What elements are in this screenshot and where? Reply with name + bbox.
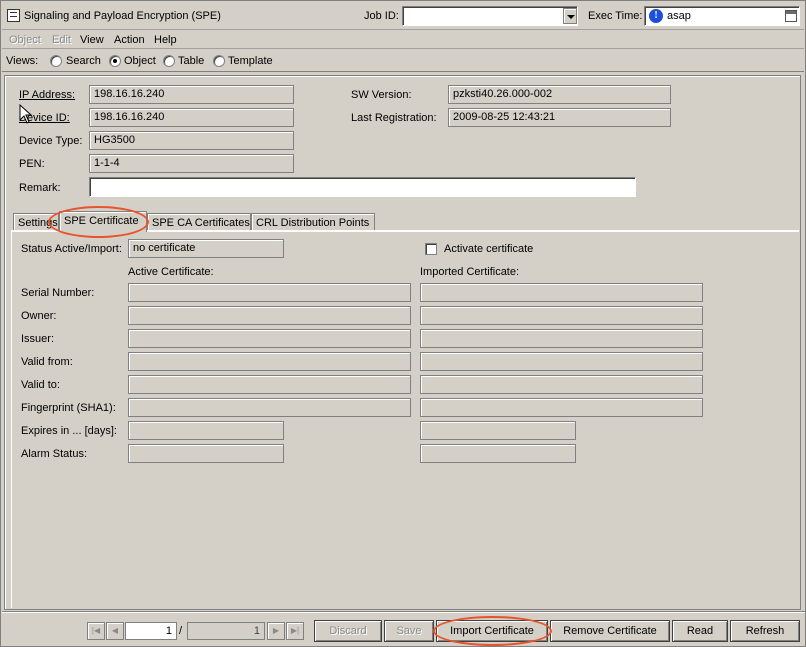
info-icon: ! xyxy=(649,9,663,23)
footer-separator-highlight xyxy=(2,612,805,613)
active-valid-to-field xyxy=(128,375,411,394)
valid-from-label: Valid from: xyxy=(21,356,73,368)
active-serial-number-field xyxy=(128,283,411,302)
radio-search[interactable] xyxy=(50,55,62,67)
active-alarm-status-field xyxy=(128,444,284,463)
serial-number-label: Serial Number: xyxy=(21,287,95,299)
activate-certificate-checkbox[interactable] xyxy=(425,243,437,255)
menu-help[interactable]: Help xyxy=(154,34,177,46)
valid-to-label: Valid to: xyxy=(21,379,60,391)
pen-field: 1-1-4 xyxy=(89,154,294,173)
active-issuer-field xyxy=(128,329,411,348)
tab-spe-certificate[interactable]: SPE Certificate xyxy=(59,211,147,232)
activate-certificate-label: Activate certificate xyxy=(444,243,534,255)
active-fingerprint-field xyxy=(128,398,411,417)
prev-page-icon[interactable]: ◀ xyxy=(106,622,124,640)
menu-object[interactable]: Object xyxy=(9,34,41,46)
mouse-pointer-icon xyxy=(19,104,33,124)
active-owner-field xyxy=(128,306,411,325)
fingerprint-label: Fingerprint (SHA1): xyxy=(21,402,116,414)
active-valid-from-field xyxy=(128,352,411,371)
imported-serial-number-field xyxy=(420,283,703,302)
job-id-select[interactable] xyxy=(402,6,578,26)
menu-edit[interactable]: Edit xyxy=(52,34,71,46)
exec-time-label: Exec Time: xyxy=(588,10,643,22)
title-bar: Signaling and Payload Encryption (SPE) J… xyxy=(2,2,804,30)
radio-table[interactable] xyxy=(163,55,175,67)
imported-expires-in-field xyxy=(420,421,576,440)
spe-window: Signaling and Payload Encryption (SPE) J… xyxy=(0,0,806,647)
views-bar: Views: Search Object Table Template xyxy=(2,50,804,72)
calendar-icon[interactable] xyxy=(785,10,797,22)
remove-certificate-button[interactable]: Remove Certificate xyxy=(550,620,670,642)
device-id-field: 198.16.16.240 xyxy=(89,108,294,127)
remark-label: Remark: xyxy=(19,182,61,194)
radio-object[interactable] xyxy=(109,55,121,67)
device-type-field: HG3500 xyxy=(89,131,294,150)
menu-action[interactable]: Action xyxy=(114,34,145,46)
views-label: Views: xyxy=(6,55,39,67)
save-button[interactable]: Save xyxy=(384,620,434,642)
menu-view[interactable]: View xyxy=(80,34,104,46)
imported-certificate-header: Imported Certificate: xyxy=(420,266,520,278)
import-certificate-button[interactable]: Import Certificate xyxy=(436,620,548,642)
read-button[interactable]: Read xyxy=(672,620,728,642)
page-separator: / xyxy=(179,625,183,637)
chevron-down-icon[interactable] xyxy=(563,8,577,24)
radio-template-label: Template xyxy=(228,55,273,67)
device-type-label: Device Type: xyxy=(19,135,83,147)
active-certificate-header: Active Certificate: xyxy=(128,266,214,278)
last-page-icon[interactable]: ▶| xyxy=(286,622,304,640)
imported-valid-from-field xyxy=(420,352,703,371)
imported-issuer-field xyxy=(420,329,703,348)
expires-in-label: Expires in ... [days]: xyxy=(21,425,117,437)
active-expires-in-field xyxy=(128,421,284,440)
pen-label: PEN: xyxy=(19,158,45,170)
first-page-icon[interactable]: |◀ xyxy=(87,622,105,640)
ip-address-field: 198.16.16.240 xyxy=(89,85,294,104)
status-field: no certificate xyxy=(128,239,284,258)
radio-object-label: Object xyxy=(124,55,156,67)
discard-button[interactable]: Discard xyxy=(314,620,382,642)
imported-alarm-status-field xyxy=(420,444,576,463)
imported-owner-field xyxy=(420,306,703,325)
radio-template[interactable] xyxy=(213,55,225,67)
radio-search-label: Search xyxy=(66,55,101,67)
owner-label: Owner: xyxy=(21,310,57,322)
page-total-field: 1 xyxy=(187,622,265,640)
window-title: Signaling and Payload Encryption (SPE) xyxy=(24,10,221,22)
sw-version-field: pzksti40.26.000-002 xyxy=(448,85,671,104)
imported-valid-to-field xyxy=(420,375,703,394)
imported-fingerprint-field xyxy=(420,398,703,417)
remark-input[interactable] xyxy=(89,177,636,197)
page-current-input[interactable]: 1 xyxy=(125,622,177,640)
alarm-status-label: Alarm Status: xyxy=(21,448,88,460)
refresh-button[interactable]: Refresh xyxy=(730,620,800,642)
menu-bar: Object Edit View Action Help xyxy=(2,31,804,49)
next-page-icon[interactable]: ▶ xyxy=(267,622,285,640)
issuer-label: Issuer: xyxy=(21,333,55,345)
job-id-label: Job ID: xyxy=(364,10,399,22)
exec-time-field[interactable]: asap xyxy=(644,6,800,26)
radio-table-label: Table xyxy=(178,55,205,67)
ip-address-label: IP Address: xyxy=(19,89,76,101)
last-registration-field: 2009-08-25 12:43:21 xyxy=(448,108,671,127)
status-label: Status Active/Import: xyxy=(21,243,122,255)
sw-version-label: SW Version: xyxy=(351,89,412,101)
app-window-icon xyxy=(7,9,20,22)
last-registration-label: Last Registration: xyxy=(351,112,437,124)
